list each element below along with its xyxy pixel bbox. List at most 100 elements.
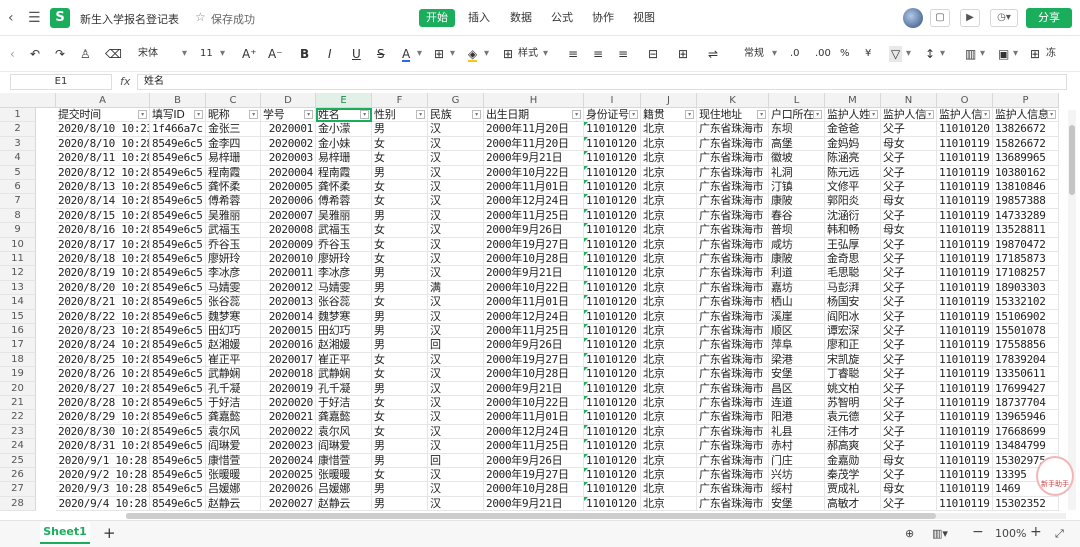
header-cell[interactable]: 民族 ▾	[428, 108, 484, 123]
table-cell[interactable]: 广东省珠海市	[697, 424, 769, 440]
header-cell[interactable]: 姓名 ▾	[316, 108, 372, 123]
table-cell[interactable]: 8549e6c5	[150, 136, 206, 152]
table-cell[interactable]: 汉	[428, 223, 484, 238]
table-cell[interactable]: 北京	[641, 367, 697, 382]
filter-dropdown-icon[interactable]: ▾	[472, 110, 481, 119]
table-cell[interactable]: 2000年11月01日	[484, 410, 584, 425]
table-cell[interactable]: 广东省珠海市	[697, 453, 769, 468]
table-cell[interactable]: 女	[372, 194, 428, 209]
table-cell[interactable]: 2020003	[261, 151, 316, 166]
table-cell[interactable]: 2020/8/21 10:28	[56, 295, 150, 310]
table-cell[interactable]: 溪崖	[769, 309, 825, 324]
freeze-icon[interactable]: ⊞	[1030, 46, 1040, 62]
table-cell[interactable]: 北京	[641, 309, 697, 324]
table-cell[interactable]: 赤村	[769, 439, 825, 454]
table-cell[interactable]: 2000年11月25日	[484, 439, 584, 454]
table-cell[interactable]: 北京	[641, 424, 697, 440]
column-header-l[interactable]: L	[769, 93, 825, 108]
table-cell[interactable]: 父子	[881, 424, 937, 440]
menu-data[interactable]: 数据	[503, 9, 539, 27]
table-cell[interactable]: 2020/8/14 10:28	[56, 194, 150, 209]
table-cell[interactable]: 顺区	[769, 324, 825, 339]
table-cell[interactable]: 18737704	[993, 396, 1059, 411]
table-cell[interactable]: 回	[428, 453, 484, 468]
table-cell[interactable]: 2020019	[261, 381, 316, 396]
table-cell[interactable]: 广东省珠海市	[697, 280, 769, 296]
table-cell[interactable]: 8549e6c5	[150, 223, 206, 238]
table-cell[interactable]: 女	[372, 424, 428, 440]
table-cell[interactable]: 毛思聪	[825, 266, 881, 281]
table-cell[interactable]: 2000年19月27日	[484, 237, 584, 252]
table-cell[interactable]: 张暖暖	[316, 468, 372, 483]
table-cell[interactable]: 汉	[428, 208, 484, 224]
table-cell[interactable]: 北京	[641, 324, 697, 339]
table-cell[interactable]: 11010120	[584, 223, 641, 238]
table-cell[interactable]: 男	[372, 439, 428, 454]
row-header[interactable]: 22	[0, 410, 36, 425]
table-cell[interactable]: 广东省珠海市	[697, 309, 769, 324]
table-cell[interactable]: 阳港	[769, 410, 825, 425]
table-cell[interactable]: 11010120	[584, 151, 641, 166]
table-cell[interactable]: 10380162	[993, 165, 1059, 180]
filter-dropdown-icon[interactable]: ▾	[360, 110, 369, 119]
table-cell[interactable]: 龚嘉懿	[206, 410, 261, 425]
table-cell[interactable]: 11010119	[937, 482, 993, 497]
table-cell[interactable]: 父子	[881, 381, 937, 396]
table-cell[interactable]: 马彭湃	[825, 280, 881, 296]
filter-dropdown-icon[interactable]: ▾	[1047, 110, 1056, 119]
table-cell[interactable]: 2000年9月26日	[484, 338, 584, 353]
horizontal-scroll-thumb[interactable]	[126, 513, 936, 519]
table-cell[interactable]: 2020/8/10 10:23	[56, 122, 150, 137]
table-cell[interactable]: 2000年9月26日	[484, 223, 584, 238]
table-cell[interactable]: 礼洞	[769, 165, 825, 180]
table-cell[interactable]: 11010119	[937, 180, 993, 195]
table-cell[interactable]: 11010119	[937, 295, 993, 310]
table-cell[interactable]: 杨国安	[825, 295, 881, 310]
table-cell[interactable]: 北京	[641, 223, 697, 238]
table-cell[interactable]: 11010120	[584, 381, 641, 396]
table-cell[interactable]: 2020013	[261, 295, 316, 310]
row-header[interactable]: 12	[0, 266, 36, 281]
menu-start[interactable]: 开始	[419, 9, 455, 27]
table-cell[interactable]: 北京	[641, 396, 697, 411]
table-cell[interactable]: 汉	[428, 237, 484, 252]
table-cell[interactable]: 母女	[881, 482, 937, 497]
table-cell[interactable]: 2020/8/17 10:28	[56, 237, 150, 252]
avatar[interactable]	[903, 8, 923, 28]
table-cell[interactable]: 汉	[428, 324, 484, 339]
table-cell[interactable]: 11010119	[937, 194, 993, 209]
table-cell[interactable]: 11010120	[584, 410, 641, 425]
table-cell[interactable]: 11010120	[937, 122, 993, 137]
table-cell[interactable]: 父子	[881, 252, 937, 267]
filter-dropdown-icon[interactable]: ▾	[629, 110, 638, 119]
table-cell[interactable]: 女	[372, 151, 428, 166]
table-cell[interactable]: 19870472	[993, 237, 1059, 252]
header-cell[interactable]: 籍贯 ▾	[641, 108, 697, 123]
row-header[interactable]: 8	[0, 208, 36, 224]
table-cell[interactable]: 11010120	[584, 266, 641, 281]
table-cell[interactable]: 广东省珠海市	[697, 237, 769, 252]
table-cell[interactable]: 满	[428, 280, 484, 296]
header-cell[interactable]: 提交时间 ▾	[56, 108, 150, 123]
table-cell[interactable]: 11010120	[584, 237, 641, 252]
table-cell[interactable]: 姚文柏	[825, 381, 881, 396]
table-cell[interactable]: 8549e6c5	[150, 266, 206, 281]
column-header-c[interactable]: C	[206, 93, 261, 108]
table-cell[interactable]: 2020020	[261, 396, 316, 411]
zoom-level[interactable]: 100%	[995, 527, 1026, 540]
table-cell[interactable]: 广东省珠海市	[697, 266, 769, 281]
table-cell[interactable]: 武福玉	[316, 223, 372, 238]
layout-icon[interactable]: ⊕	[905, 527, 914, 540]
table-cell[interactable]: 父子	[881, 338, 937, 353]
table-cell[interactable]: 嘉坊	[769, 280, 825, 296]
table-cell[interactable]: 兴坊	[769, 468, 825, 483]
table-cell[interactable]: 咸坊	[769, 237, 825, 252]
row-header[interactable]: 14	[0, 295, 36, 310]
header-cell[interactable]: 学号 ▾	[261, 108, 316, 123]
table-cell[interactable]: 2020/8/27 10:28	[56, 381, 150, 396]
table-cell[interactable]: 2020010	[261, 252, 316, 267]
font-color-chevron-icon[interactable]: ▾	[417, 46, 422, 62]
table-cell[interactable]: 2000年11月25日	[484, 324, 584, 339]
table-cell[interactable]: 北京	[641, 482, 697, 497]
table-cell[interactable]: 汉	[428, 194, 484, 209]
